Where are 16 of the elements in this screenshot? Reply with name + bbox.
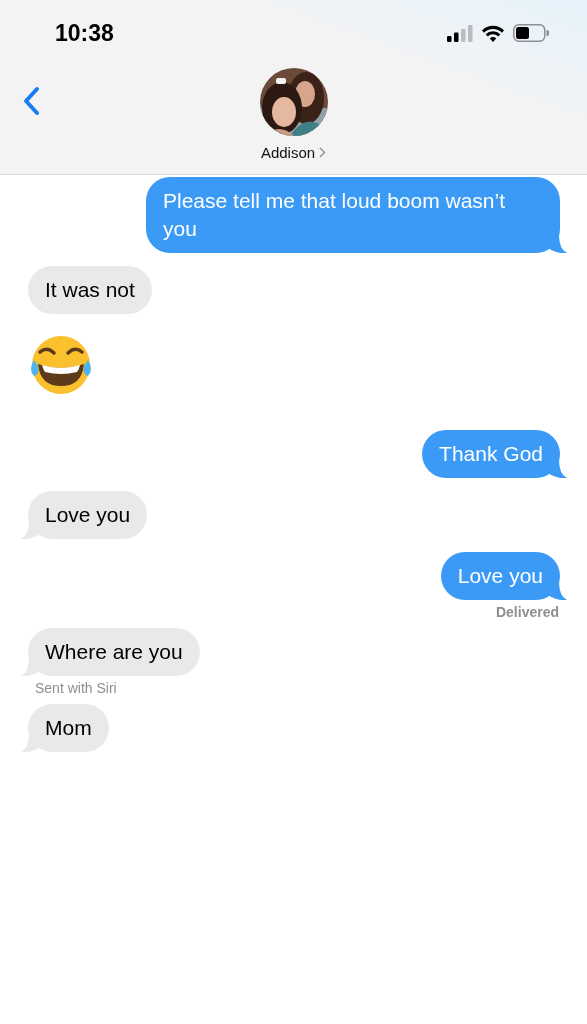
sent-message-bubble: Love you xyxy=(440,552,567,600)
sent-message-bubble: Thank God xyxy=(422,430,567,478)
status-time: 10:38 xyxy=(55,19,114,47)
received-message-bubble: Where are you xyxy=(21,628,200,676)
wifi-icon xyxy=(482,24,504,42)
received-message-bubble: Mom xyxy=(21,704,109,752)
received-message-bubble: Love you xyxy=(21,491,148,539)
sent-message-bubble: Please tell me that loud boom wasn’t you xyxy=(146,177,567,253)
delivery-status: Delivered xyxy=(495,604,560,620)
message-note: Sent with Siri xyxy=(34,680,118,696)
signal-icon xyxy=(447,24,473,42)
chevron-icon xyxy=(319,147,327,158)
received-message-bubble: It was not xyxy=(21,266,152,314)
contact-name-button[interactable]: Addison xyxy=(260,144,327,161)
back-icon[interactable] xyxy=(22,86,40,116)
battery-icon xyxy=(513,24,549,42)
